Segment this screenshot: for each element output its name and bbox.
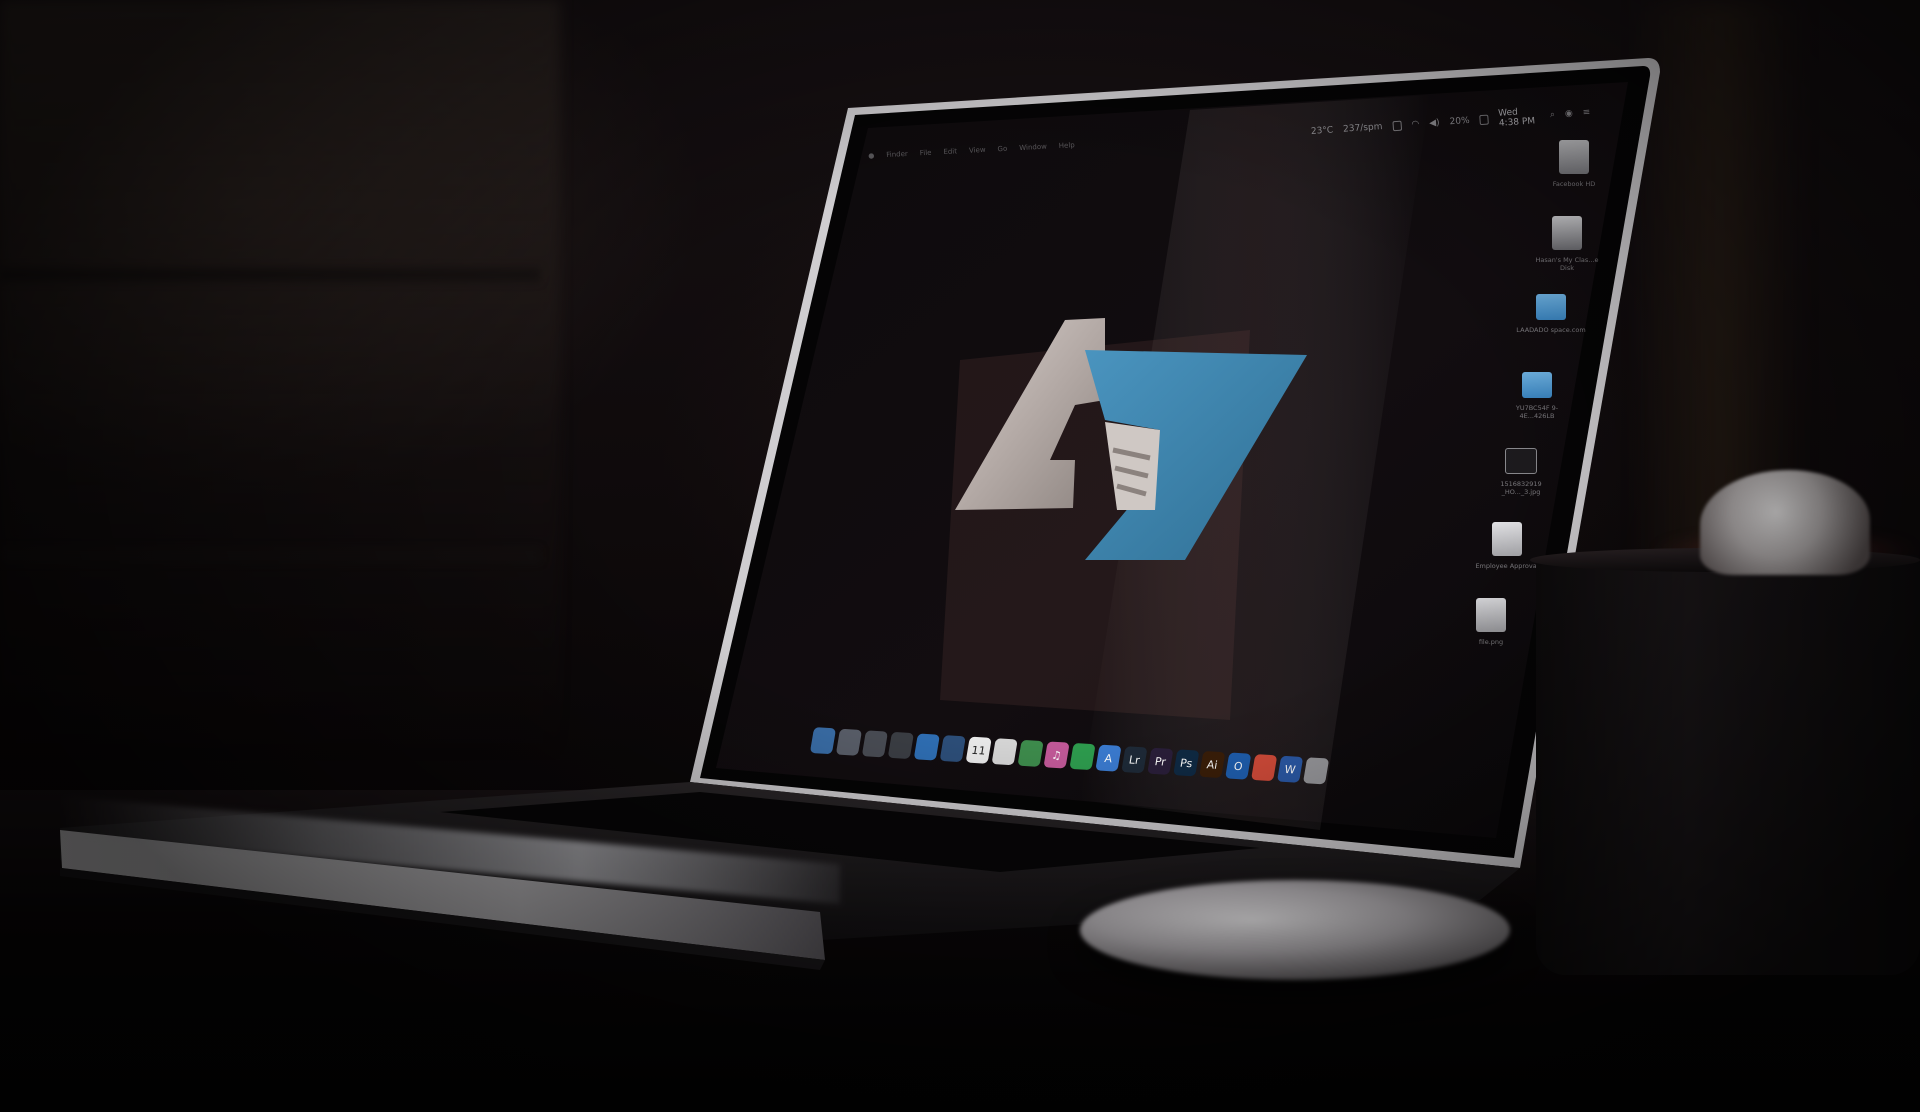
menu-window[interactable]: Window	[1019, 143, 1047, 152]
volume-icon[interactable]: ◀)	[1429, 118, 1440, 129]
drive-icon	[1552, 216, 1582, 250]
weather-readout[interactable]: 23°C	[1311, 125, 1334, 137]
logo-letter-a	[955, 318, 1105, 510]
magic-mouse	[1080, 880, 1510, 980]
desktop-icon-folder[interactable]: LAADADO space.com	[1516, 294, 1586, 334]
notes-icon[interactable]	[991, 738, 1018, 766]
desktop-icon-drive[interactable]: Hasan's My Clas...e Disk	[1532, 216, 1602, 272]
battery-readout[interactable]: 20%	[1449, 116, 1470, 127]
desktop-icon-document[interactable]: Employee Approval	[1472, 522, 1542, 570]
folder-icon	[1536, 294, 1566, 320]
word-icon[interactable]: W	[1276, 755, 1304, 783]
menu-view[interactable]: View	[969, 146, 986, 155]
photos-icon[interactable]	[861, 730, 889, 758]
camera-icon[interactable]	[887, 731, 914, 759]
menu-go[interactable]: Go	[997, 145, 1007, 153]
lightroom-icon[interactable]: Lr	[1121, 746, 1148, 774]
whatsapp-icon[interactable]	[1069, 742, 1096, 771]
menu-help[interactable]: Help	[1059, 141, 1075, 150]
cup-foam	[1700, 470, 1870, 575]
desktop-icon-drive[interactable]: Facebook HD	[1539, 140, 1609, 188]
itunes-icon[interactable]: ♫	[1043, 741, 1070, 769]
coffee-mug	[1536, 555, 1920, 975]
desktop-icon-label: Employee Approval	[1475, 562, 1539, 570]
image-file-icon	[1476, 598, 1506, 632]
facetime-icon[interactable]	[1017, 739, 1044, 767]
image-file-icon	[1505, 448, 1537, 474]
wifi-icon[interactable]: ◠	[1411, 119, 1420, 130]
finder-icon[interactable]	[809, 727, 837, 755]
preview-icon[interactable]	[939, 735, 966, 763]
menu-finder[interactable]: Finder	[886, 150, 908, 159]
desktop-icon-label: LAADADO space.com	[1516, 326, 1586, 334]
desktop-icon-image[interactable]: file.png	[1456, 598, 1526, 646]
wallpaper-logo	[955, 318, 1307, 560]
battery-icon[interactable]	[1479, 114, 1489, 126]
safari-icon[interactable]	[913, 733, 940, 761]
desktop-icon-label: Facebook HD	[1552, 180, 1596, 188]
desktop-icon-image[interactable]: 1516832919 _HO..._3.jpg	[1486, 448, 1556, 496]
app-store-icon[interactable]: A	[1095, 744, 1122, 772]
desktop-icon-label: file.png	[1478, 638, 1504, 646]
desktop-icon-label: YU7BC54F 9-4E...426LB	[1515, 404, 1559, 420]
desktop-icon-label: Hasan's My Clas...e Disk	[1535, 256, 1599, 272]
network-readout[interactable]: 237/spm	[1343, 122, 1383, 135]
menu-file[interactable]: File	[920, 149, 932, 158]
photoshop-icon[interactable]: Ps	[1173, 749, 1200, 777]
airplay-icon[interactable]	[1392, 120, 1402, 132]
outlook-icon[interactable]: O	[1225, 752, 1252, 780]
spotlight-icon[interactable]: ⌕	[1550, 110, 1556, 120]
calendar-icon[interactable]: 11	[965, 736, 992, 764]
folder-icon	[1522, 372, 1552, 398]
apple-icon[interactable]: ●	[868, 152, 875, 160]
photo-scene: ● Finder File Edit View Go Window Help 2…	[0, 0, 1920, 1112]
document-icon	[1492, 522, 1522, 556]
desktop-icon-folder[interactable]: YU7BC54F 9-4E...426LB	[1502, 372, 1572, 420]
launchpad-icon[interactable]	[835, 728, 863, 756]
illustrator-icon[interactable]: Ai	[1199, 750, 1226, 779]
desktop-icon-label: 1516832919 _HO..._3.jpg	[1500, 480, 1542, 496]
trash-icon[interactable]	[1302, 757, 1330, 785]
logo-chevrons	[1105, 422, 1160, 510]
siri-icon[interactable]: ◉	[1565, 109, 1574, 120]
clock[interactable]: Wed 4:38 PM	[1498, 106, 1541, 129]
drive-icon	[1559, 140, 1589, 174]
notification-center-icon[interactable]: ≡	[1582, 107, 1590, 118]
menu-edit[interactable]: Edit	[943, 147, 957, 156]
chrome-icon[interactable]	[1251, 754, 1278, 782]
premiere-icon[interactable]: Pr	[1147, 747, 1174, 775]
